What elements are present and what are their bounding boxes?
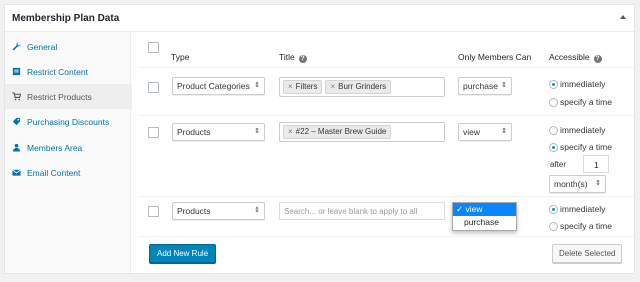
tab-general-label: General	[27, 41, 58, 52]
only-members-can-value: view	[463, 127, 481, 137]
only-members-can-select[interactable]: view ⇕	[458, 123, 512, 141]
access-period-amount-input[interactable]: 1	[583, 155, 609, 173]
type-select[interactable]: Product Categories ⇕	[172, 77, 265, 95]
plan-data-tabs: General Restrict Content Restrict Produc…	[5, 32, 132, 273]
tab-email-content-label: Email Content	[27, 167, 81, 178]
radio-button[interactable]	[549, 79, 558, 89]
help-icon[interactable]: ?	[298, 55, 307, 63]
tag-icon	[11, 117, 21, 127]
accessible-specify-time-option[interactable]: specify a time	[549, 142, 612, 152]
select-arrows-icon: ⇕	[501, 128, 507, 135]
access-period-unit-value: month(s)	[554, 179, 588, 189]
help-icon[interactable]: ?	[593, 55, 602, 63]
title-tag: × Filters	[283, 80, 323, 94]
delete-selected-button[interactable]: Delete Selected	[552, 244, 623, 263]
remove-tag-icon[interactable]: ×	[330, 82, 335, 91]
radio-button[interactable]	[549, 142, 558, 152]
tab-members-area[interactable]: Members Area	[5, 135, 131, 160]
document-icon	[11, 67, 21, 77]
select-arrows-icon: ⇕	[254, 128, 260, 135]
panel-header: Membership Plan Data	[5, 5, 634, 32]
dropdown-option-label: purchase	[464, 217, 499, 227]
radio-button[interactable]	[549, 221, 558, 231]
cart-icon	[11, 92, 21, 102]
title-search-input[interactable]: Search... or leave blank to apply to all	[279, 202, 445, 220]
type-select-value: Products	[177, 127, 211, 137]
accessible-immediately-option[interactable]: immediately	[549, 125, 605, 135]
radio-label: specify a time	[560, 97, 612, 107]
type-select[interactable]: Products ⇕	[172, 202, 265, 220]
column-title: Title?	[279, 52, 307, 63]
members-icon	[11, 143, 21, 153]
only-members-can-select[interactable]: purchase ⇕	[458, 77, 512, 95]
row-divider	[139, 196, 634, 197]
select-arrows-icon: ⇕	[254, 207, 260, 214]
radio-button[interactable]	[549, 204, 558, 214]
collapse-toggle-icon[interactable]	[620, 15, 626, 19]
panel-title: Membership Plan Data	[12, 13, 120, 24]
column-only-members-can: Only Members Can	[458, 52, 532, 62]
title-tag-label: #22 – Master Brew Guide	[295, 127, 387, 136]
select-arrows-icon: ⇕	[501, 82, 507, 89]
row-divider	[139, 236, 634, 237]
access-period-amount-value: 1	[594, 160, 599, 170]
tab-restrict-products[interactable]: Restrict Products	[5, 84, 132, 109]
type-select-value: Product Categories	[177, 81, 250, 91]
column-accessible-label: Accessible	[549, 52, 590, 62]
tab-purchasing-discounts-label: Purchasing Discounts	[27, 116, 110, 127]
tab-email-content[interactable]: Email Content	[5, 160, 131, 185]
tab-restrict-products-label: Restrict Products	[27, 91, 92, 102]
dropdown-option[interactable]: purchase	[453, 216, 516, 229]
dropdown-option[interactable]: ✓ view	[453, 203, 516, 216]
radio-label: specify a time	[560, 221, 612, 231]
accessible-specify-time-option[interactable]: specify a time	[549, 97, 612, 107]
title-tag-input[interactable]: × #22 – Master Brew Guide	[279, 122, 445, 142]
membership-plan-data-panel: Membership Plan Data General Restrict Co…	[4, 4, 635, 274]
tab-restrict-content-label: Restrict Content	[27, 66, 88, 77]
remove-tag-icon[interactable]: ×	[288, 82, 293, 91]
restrict-products-rules: Type Title? Only Members Can Accessible?…	[139, 32, 634, 273]
only-members-can-value: purchase	[463, 81, 498, 91]
radio-label: specify a time	[560, 142, 612, 152]
select-all-checkbox[interactable]	[148, 42, 159, 53]
wrench-icon	[11, 42, 21, 52]
tab-general[interactable]: General	[5, 34, 131, 59]
column-title-label: Title	[279, 52, 295, 62]
column-type: Type	[171, 52, 190, 62]
type-select-value: Products	[177, 206, 211, 216]
radio-label: immediately	[560, 79, 606, 89]
email-icon	[11, 168, 21, 178]
column-accessible: Accessible?	[549, 52, 602, 63]
select-arrows-icon: ⇕	[595, 180, 601, 187]
accessible-immediately-option[interactable]: immediately	[549, 204, 605, 214]
row-checkbox[interactable]	[148, 206, 159, 217]
accessible-immediately-option[interactable]: immediately	[549, 79, 605, 89]
title-tag: × Burr Grinders	[325, 80, 392, 94]
row-checkbox[interactable]	[148, 127, 159, 138]
row-divider	[139, 115, 634, 116]
title-search-placeholder: Search... or leave blank to apply to all	[284, 207, 418, 216]
tab-purchasing-discounts[interactable]: Purchasing Discounts	[5, 109, 131, 134]
row-checkbox[interactable]	[148, 82, 159, 93]
access-period-unit-select[interactable]: month(s) ⇕	[549, 175, 606, 193]
radio-button[interactable]	[549, 97, 558, 107]
title-tag-label: Filters	[295, 82, 318, 91]
select-arrows-icon: ⇕	[254, 82, 260, 89]
title-tag-label: Burr Grinders	[338, 82, 387, 91]
tab-members-area-label: Members Area	[27, 142, 83, 153]
tab-restrict-content[interactable]: Restrict Content	[5, 59, 131, 84]
add-new-rule-button[interactable]: Add New Rule	[149, 244, 217, 263]
remove-tag-icon[interactable]: ×	[288, 127, 293, 136]
dropdown-option-label: view	[465, 204, 483, 214]
accessible-specify-time-option[interactable]: specify a time	[549, 221, 612, 231]
radio-label: immediately	[560, 125, 606, 135]
title-tag-input[interactable]: × Filters × Burr Grinders	[279, 77, 445, 97]
radio-button[interactable]	[549, 125, 558, 135]
after-label: after	[550, 160, 567, 169]
row-divider	[139, 67, 634, 68]
type-select[interactable]: Products ⇕	[172, 123, 265, 141]
title-tag: × #22 – Master Brew Guide	[283, 125, 392, 139]
only-members-can-dropdown[interactable]: ✓ view purchase	[452, 202, 517, 231]
radio-label: immediately	[560, 204, 606, 214]
